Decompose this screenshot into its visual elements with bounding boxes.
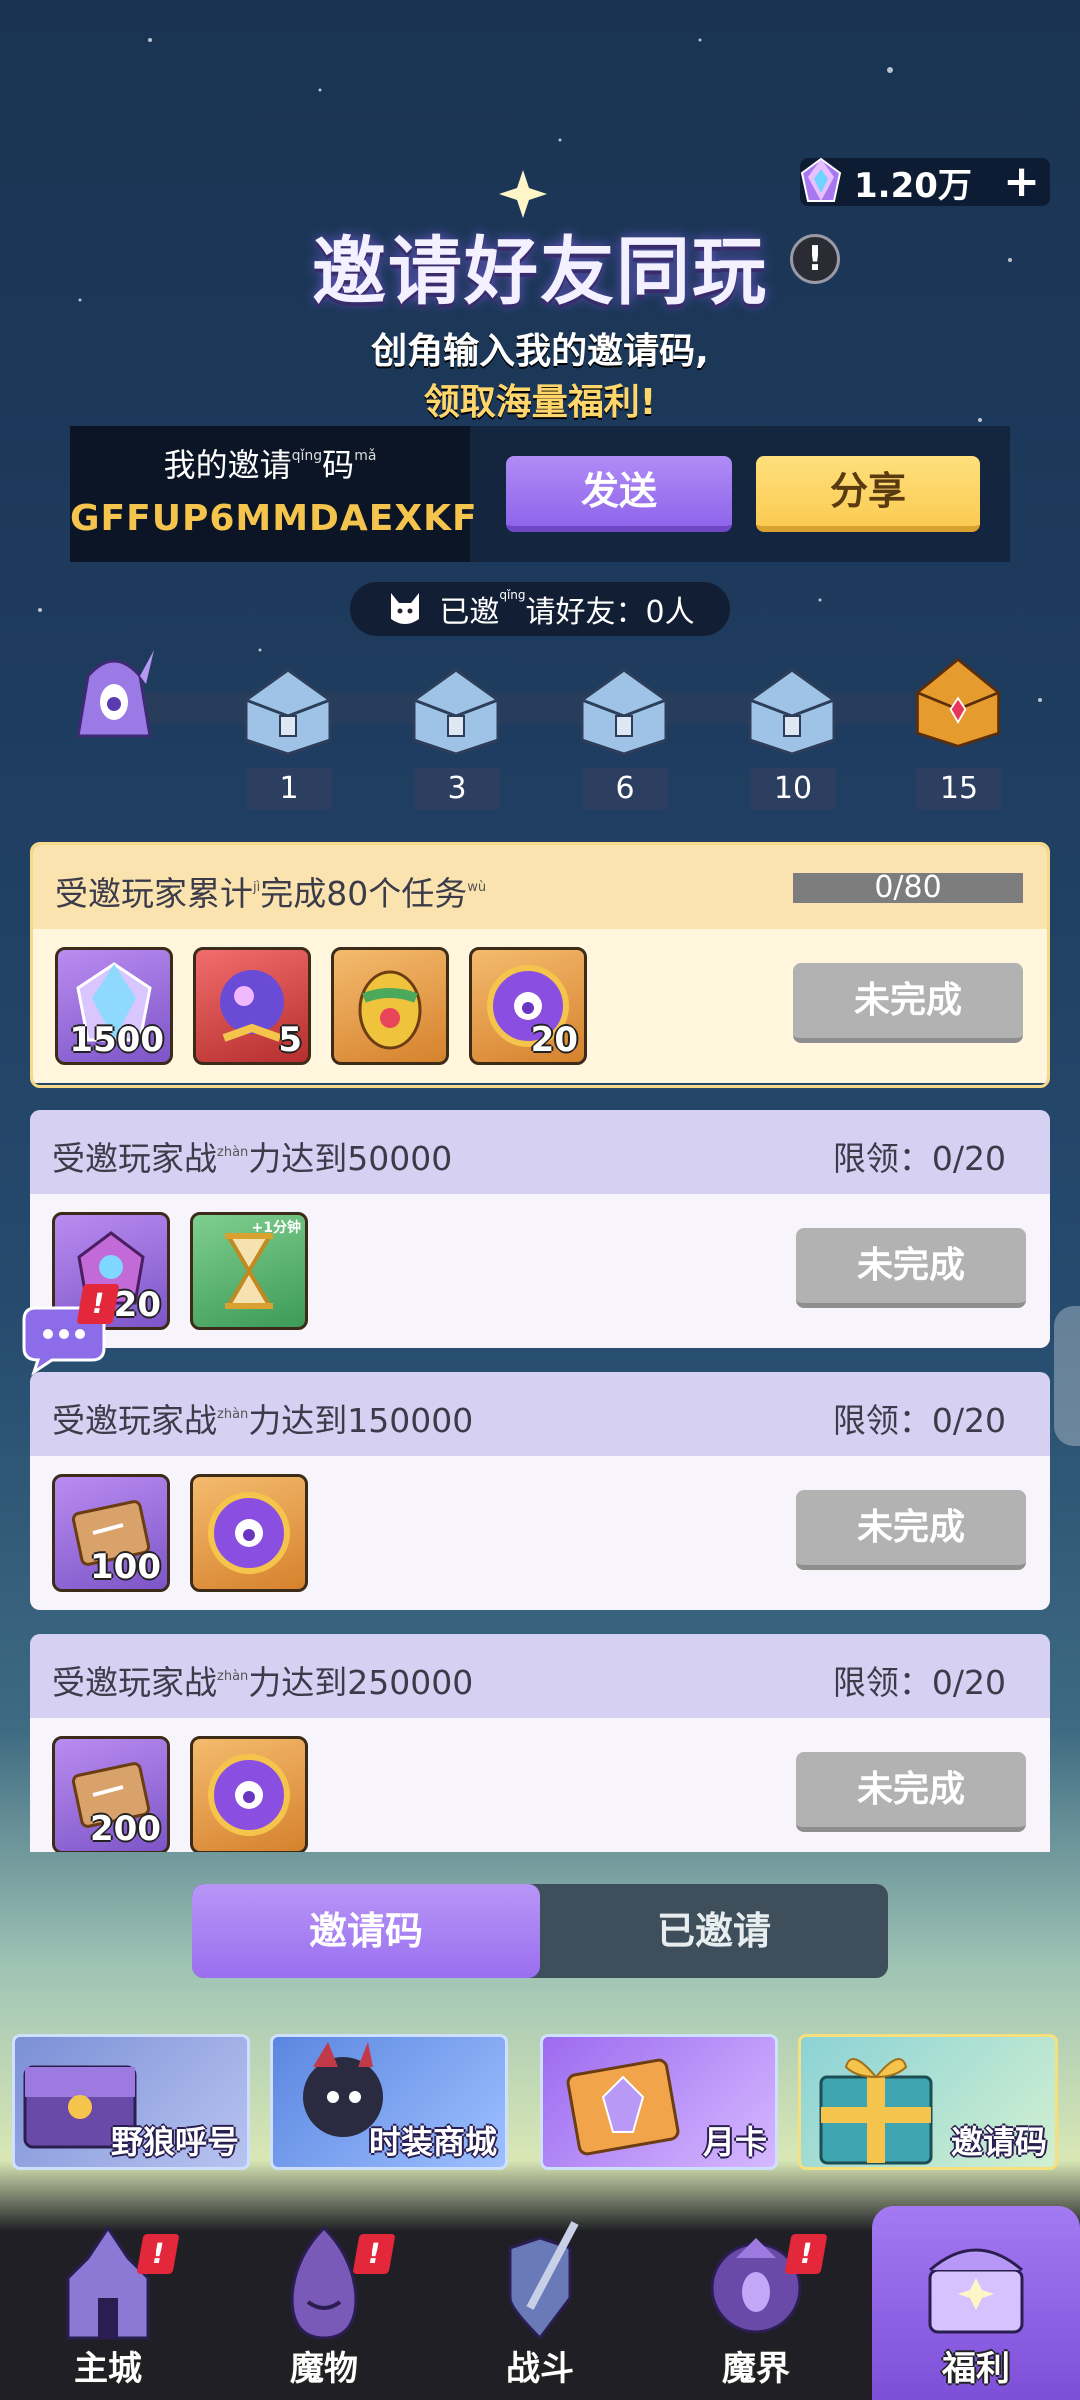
task-card-header: 受邀玩家战zhàn力达到50000 限领：0/20 <box>30 1110 1050 1194</box>
share-button[interactable]: 分享 <box>756 456 980 532</box>
incomplete-button[interactable]: 未完成 <box>793 963 1023 1043</box>
tab-bar: 邀请码 已邀请 <box>192 1884 888 1978</box>
claim-limit: 限领：0/20 <box>832 1663 1006 1702</box>
milestone-label: 15 <box>916 768 1002 810</box>
tab-invite-code[interactable]: 邀请码 <box>192 1884 540 1978</box>
incomplete-button[interactable]: 未完成 <box>796 1752 1026 1832</box>
task-card-header: 受邀玩家战zhàn力达到150000 限领：0/20 <box>30 1372 1050 1456</box>
claim-limit: 限领：0/20 <box>832 1401 1006 1440</box>
shield-sword-icon <box>508 2221 579 2341</box>
cat-icon <box>391 593 420 624</box>
milestone-label: 6 <box>582 768 668 810</box>
task-title: 受邀玩家战zhàn力达到50000 <box>52 1139 453 1178</box>
crystal-gem-icon <box>800 157 842 202</box>
purple-eye-mascot-icon <box>76 650 154 738</box>
tab-invited[interactable]: 已邀请 <box>540 1884 888 1978</box>
add-currency-button[interactable]: + <box>1003 160 1040 204</box>
side-drawer-handle[interactable] <box>1054 1306 1080 1446</box>
notification-badge: ! <box>352 2234 396 2274</box>
purple-emblem-icon <box>208 1492 290 1574</box>
task-card-body: 200 未完成 <box>30 1718 1050 1852</box>
milestone-label: 1 <box>246 768 332 810</box>
send-button[interactable]: 发送 <box>506 456 732 532</box>
currency-amount: 1.20万 <box>854 165 972 206</box>
my-invite-code-label: 我的邀请qǐng码mǎ <box>163 446 377 484</box>
silver-chest-icon[interactable] <box>236 660 340 756</box>
silver-chest-icon[interactable] <box>572 660 676 756</box>
reward-item[interactable]: 20 <box>469 947 587 1065</box>
task-progress-bar: 0/80 <box>793 873 1023 903</box>
milestone-label: 10 <box>750 768 836 810</box>
subtitle-line-2: 领取海量福利! <box>423 382 657 423</box>
reward-item[interactable]: +1分钟 <box>190 1212 308 1330</box>
reward-item[interactable] <box>190 1474 308 1592</box>
benefits-chest-icon <box>928 2248 1024 2334</box>
incomplete-button[interactable]: 未完成 <box>796 1228 1026 1308</box>
claim-limit: 限领：0/20 <box>832 1139 1006 1178</box>
banner-monthly-card[interactable]: 月卡 <box>540 2034 778 2170</box>
milestone-label: 3 <box>414 768 500 810</box>
reward-item[interactable]: 1500 <box>55 947 173 1065</box>
task-card-header: 受邀玩家战zhàn力达到250000 限领：0/20 <box>30 1634 1050 1718</box>
egg-icon <box>358 970 422 1050</box>
banner-wolf-call[interactable]: 野狼呼号 <box>12 2034 250 2170</box>
nav-benefits[interactable]: 福利 <box>872 2206 1080 2400</box>
reward-tag: +1分钟 <box>251 1220 301 1236</box>
silver-chest-icon[interactable] <box>404 660 508 756</box>
banner-fashion-shop[interactable]: 时装商城 <box>270 2034 508 2170</box>
reward-item[interactable]: 5 <box>193 947 311 1065</box>
banner-label: 野狼呼号 <box>110 2123 239 2161</box>
reward-item[interactable] <box>331 947 449 1065</box>
task-card-body: 1500 5 20 未完成 <box>33 929 1047 1083</box>
task-card-body: 100 未完成 <box>30 1456 1050 1610</box>
reward-item[interactable]: 100 <box>52 1474 170 1592</box>
notification-badge: ! <box>784 2234 828 2274</box>
banner-invite-code[interactable]: 邀请码 <box>798 2034 1058 2170</box>
nav-battle[interactable]: 战斗 <box>432 2218 648 2400</box>
task-card-header: 受邀玩家累计jì完成80个任务wù 0/80 <box>33 845 1047 929</box>
task-title: 受邀玩家累计jì完成80个任务wù <box>55 874 487 913</box>
task-card: 受邀玩家战zhàn力达到150000 限领：0/20 100 未完成 <box>30 1372 1050 1610</box>
task-list[interactable]: 受邀玩家累计jì完成80个任务wù 0/80 1500 5 20 未完成 受邀玩… <box>30 842 1050 1852</box>
task-title: 受邀玩家战zhàn力达到150000 <box>52 1401 474 1440</box>
task-card: 受邀玩家战zhàn力达到50000 限领：0/20 20 +1分钟 未完成 <box>30 1110 1050 1348</box>
page-title: 邀请好友同玩 <box>312 229 768 315</box>
hourglass-icon <box>225 1233 273 1309</box>
task-card: 受邀玩家战zhàn力达到250000 限领：0/20 200 未完成 <box>30 1634 1050 1852</box>
nav-demon-realm[interactable]: 魔界 <box>648 2218 864 2400</box>
reward-item[interactable]: 200 <box>52 1736 170 1852</box>
notification-badge: ! <box>76 1284 120 1324</box>
subtitle-line-1: 创角输入我的邀请码, <box>371 331 709 372</box>
task-title: 受邀玩家战zhàn力达到250000 <box>52 1663 474 1702</box>
gold-chest-icon[interactable] <box>906 652 1010 748</box>
purple-emblem-icon <box>208 1754 290 1836</box>
currency-display[interactable]: 1.20万 + <box>800 157 1050 206</box>
invite-code-value[interactable]: GFFUP6MMDAEXKF <box>70 498 477 539</box>
silver-chest-icon[interactable] <box>740 660 844 756</box>
banner-label: 时装商城 <box>368 2123 497 2161</box>
task-card-body: 20 +1分钟 未完成 <box>30 1194 1050 1348</box>
incomplete-button[interactable]: 未完成 <box>796 1490 1026 1570</box>
info-icon[interactable]: ! <box>790 234 840 284</box>
nav-monsters[interactable]: 魔物 <box>216 2218 432 2400</box>
notification-badge: ! <box>136 2234 180 2274</box>
banner-label: 月卡 <box>702 2123 767 2161</box>
reward-item[interactable] <box>190 1736 308 1852</box>
banner-label: 邀请码 <box>950 2123 1047 2161</box>
task-card: 受邀玩家累计jì完成80个任务wù 0/80 1500 5 20 未完成 <box>30 842 1050 1088</box>
nav-main-city[interactable]: 主城 <box>0 2218 216 2400</box>
invited-count-pill: 已邀 qǐng 请好友：0人 <box>350 582 730 636</box>
